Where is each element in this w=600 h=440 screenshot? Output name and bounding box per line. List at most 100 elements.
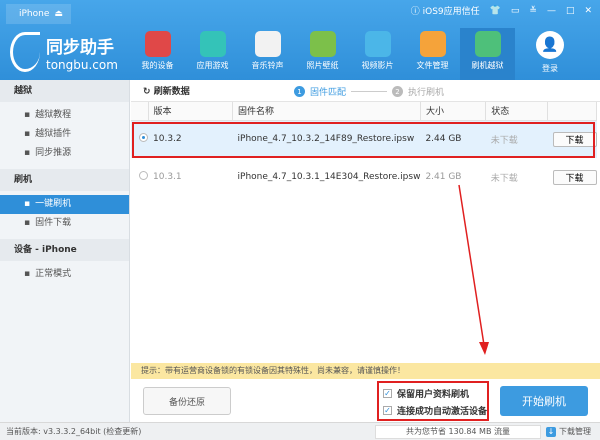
row-version: 10.3.1 xyxy=(153,172,182,182)
highlight-box xyxy=(132,122,595,158)
keep-data-checkbox[interactable]: ✓ 保留用户资料刷机 xyxy=(383,387,469,400)
item-icon: ▪ xyxy=(24,110,31,120)
download-manager-button[interactable]: ↓ 下载管理 xyxy=(546,426,591,437)
step-2-icon: 2 xyxy=(392,86,404,97)
nav-item[interactable]: 应用游戏 xyxy=(185,28,240,80)
sidebar: 越狱 ▪ 越狱教程 ▪ 越狱插件 ▪ 同步推源刷机 ▪ 一键刷机 ▪ 固件下载设备 - iPhone… xyxy=(0,80,130,422)
nav-item[interactable]: 文件管理 xyxy=(405,28,460,80)
nav-item[interactable]: 我的设备 xyxy=(130,28,185,80)
nav-label: 刷机越狱 xyxy=(471,61,504,70)
check-update-link[interactable]: (检查更新) xyxy=(103,426,141,437)
logo-icon xyxy=(10,32,40,72)
sidebar-item[interactable]: ▪ 一键刷机 xyxy=(0,195,129,214)
sidebar-item-label: 同步推源 xyxy=(35,148,72,158)
minimize-icon[interactable]: — xyxy=(547,6,556,16)
logo-domain: tongbu.com xyxy=(46,57,118,72)
sidebar-item-label: 一键刷机 xyxy=(35,199,72,209)
ios9-trust-label: iOS9应用信任 xyxy=(422,7,480,17)
start-flash-button[interactable]: 开始刷机 xyxy=(500,386,588,416)
logo-name: 同步助手 xyxy=(46,37,114,58)
table-row[interactable]: 10.3.1 iPhone_4.7_10.3.1_14E304_Restore.… xyxy=(131,158,597,196)
window-controls: ⓘ iOS9应用信任 👕 ▭ ≚ — □ ✕ xyxy=(411,4,592,18)
sidebar-item-label: 越狱教程 xyxy=(35,110,72,120)
refresh-button[interactable]: ↻ 刷新数据 xyxy=(143,84,190,97)
sidebar-section-title: 设备 - iPhone xyxy=(0,239,129,261)
header-name: 固件名称 xyxy=(232,102,421,121)
check-icon: ✓ xyxy=(383,389,392,398)
nav-item[interactable]: 照片壁纸 xyxy=(295,28,350,80)
step-indicator: 1 固件匹配 2 执行刷机 xyxy=(294,85,444,98)
item-icon: ▪ xyxy=(24,269,31,279)
nav-label: 文件管理 xyxy=(416,61,449,70)
close-icon[interactable]: ✕ xyxy=(584,6,592,16)
check-icon: ✓ xyxy=(383,406,392,415)
skin-icon[interactable]: 👕 xyxy=(490,6,501,16)
sidebar-item[interactable]: ▪ 固件下载 xyxy=(0,214,129,233)
download-icon: ↓ xyxy=(546,426,556,437)
nav-label: 视频影片 xyxy=(361,61,394,70)
nav-icon xyxy=(474,31,501,57)
backup-restore-button[interactable]: 备份还原 xyxy=(143,387,231,415)
nav-icon xyxy=(419,31,446,57)
step-1-icon: 1 xyxy=(294,86,305,97)
main-panel: ↻ 刷新数据 1 固件匹配 2 执行刷机 版本 固件名称 大小 状态 10.3.2 … xyxy=(131,80,600,422)
maximize-icon[interactable]: □ xyxy=(566,6,575,16)
nav-icon xyxy=(254,31,281,57)
device-name: iPhone xyxy=(19,9,50,19)
logo: 同步助手 tongbu.com xyxy=(10,32,118,72)
login-label: 登录 xyxy=(542,64,558,73)
sidebar-item[interactable]: ▪ 越狱教程 xyxy=(0,106,129,125)
row-status: 未下载 xyxy=(490,173,518,184)
annotation-arrow xyxy=(458,184,489,355)
top-bar: iPhone ⏏ ⓘ iOS9应用信任 👕 ▭ ≚ — □ ✕ 同步助手 tongb… xyxy=(0,0,600,80)
login-button[interactable]: 👤 登录 xyxy=(536,31,564,74)
ios9-trust-link[interactable]: ⓘ iOS9应用信任 xyxy=(411,4,480,17)
nav-label: 照片壁纸 xyxy=(306,61,339,70)
device-tab[interactable]: iPhone ⏏ xyxy=(6,4,71,24)
download-button[interactable]: 下载 xyxy=(552,169,597,185)
sidebar-item-label: 正常模式 xyxy=(35,269,72,279)
traffic-saved: 共为您节省 130.84 MB 流量 xyxy=(375,425,541,439)
item-icon: ▪ xyxy=(24,218,31,228)
auto-activate-checkbox[interactable]: ✓ 连接成功自动激活设备 xyxy=(383,404,487,417)
nav-label: 音乐铃声 xyxy=(251,61,284,70)
step-2-label: 执行刷机 xyxy=(408,88,445,98)
nav-label: 应用游戏 xyxy=(196,61,229,70)
sidebar-item[interactable]: ▪ 同步推源 xyxy=(0,144,129,163)
sidebar-item-label: 越狱插件 xyxy=(35,129,72,139)
menu-icon[interactable]: ≚ xyxy=(529,6,537,16)
header-select xyxy=(131,102,149,121)
row-radio[interactable] xyxy=(139,171,148,180)
user-icon: 👤 xyxy=(536,31,564,59)
nav-icon xyxy=(309,31,336,57)
header-status: 状态 xyxy=(485,102,548,121)
sidebar-item[interactable]: ▪ 越狱插件 xyxy=(0,125,129,144)
version-text: 当前版本: v3.3.3.2_64bit xyxy=(6,427,101,436)
item-icon: ▪ xyxy=(24,199,31,209)
feedback-icon[interactable]: ▭ xyxy=(511,6,520,16)
download-manager-label: 下载管理 xyxy=(559,427,591,436)
eject-icon[interactable]: ⏏ xyxy=(54,9,63,19)
nav-item[interactable]: 视频影片 xyxy=(350,28,405,80)
nav-item[interactable]: 音乐铃声 xyxy=(240,28,295,80)
refresh-label: 刷新数据 xyxy=(153,87,190,97)
step-1-label: 固件匹配 xyxy=(310,88,347,98)
header-size: 大小 xyxy=(420,102,487,121)
sidebar-section-title: 刷机 xyxy=(0,169,129,191)
sidebar-item[interactable]: ▪ 正常模式 xyxy=(0,265,129,284)
sidebar-section-title: 越狱 xyxy=(0,80,129,102)
table-header: 版本 固件名称 大小 状态 xyxy=(131,102,597,121)
item-icon: ▪ xyxy=(24,129,31,139)
toolbar: ↻ 刷新数据 1 固件匹配 2 执行刷机 xyxy=(131,80,600,102)
main-nav: 我的设备 应用游戏 音乐铃声 照片壁纸 视频影片 文件管理 刷机越狱 xyxy=(130,28,515,80)
status-bar: 当前版本: v3.3.3.2_64bit (检查更新) 共为您节省 130.84… xyxy=(0,422,600,440)
item-icon: ▪ xyxy=(24,148,31,158)
header-action xyxy=(547,102,597,121)
nav-icon xyxy=(364,31,391,57)
auto-activate-label: 连接成功自动激活设备 xyxy=(397,407,488,417)
warning-tip: 提示：带有运营商设备锁的有锁设备因其特殊性，尚未兼容，请谨慎操作！ xyxy=(131,363,600,379)
nav-icon xyxy=(199,31,226,57)
keep-data-label: 保留用户资料刷机 xyxy=(397,390,470,400)
nav-item[interactable]: 刷机越狱 xyxy=(460,28,515,80)
step-divider xyxy=(351,91,388,92)
